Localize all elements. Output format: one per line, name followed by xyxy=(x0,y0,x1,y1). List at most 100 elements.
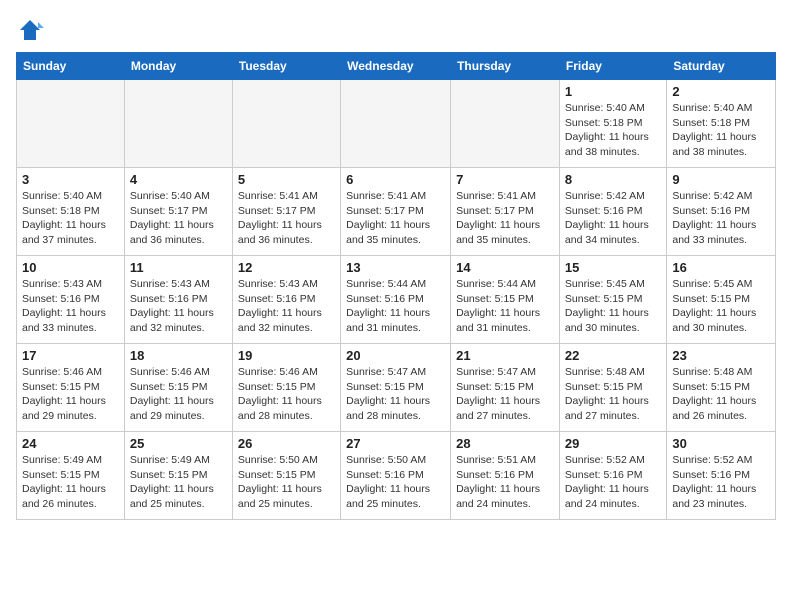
cell-info: Sunrise: 5:49 AM Sunset: 5:15 PM Dayligh… xyxy=(22,453,119,512)
calendar-cell: 29Sunrise: 5:52 AM Sunset: 5:16 PM Dayli… xyxy=(559,432,666,520)
cell-info: Sunrise: 5:52 AM Sunset: 5:16 PM Dayligh… xyxy=(672,453,770,512)
day-number: 14 xyxy=(456,260,554,275)
weekday-header-sunday: Sunday xyxy=(17,53,125,80)
day-number: 8 xyxy=(565,172,661,187)
day-number: 2 xyxy=(672,84,770,99)
calendar-cell: 25 Sunrise: 5:49 AM Sunset: 5:15 PM Dayli… xyxy=(124,432,232,520)
cell-info: Sunrise: 5:51 AM Sunset: 5:16 PM Dayligh… xyxy=(456,453,554,512)
day-number: 16 xyxy=(672,260,770,275)
weekday-header-monday: Monday xyxy=(124,53,232,80)
day-number: 29 xyxy=(565,436,661,451)
calendar-cell: 28 Sunrise: 5:51 AM Sunset: 5:16 PM Dayli… xyxy=(451,432,560,520)
calendar-cell: 10 Sunrise: 5:43 AM Sunset: 5:16 PM Dayli… xyxy=(17,256,125,344)
day-number: 12 xyxy=(238,260,335,275)
weekday-header-wednesday: Wednesday xyxy=(341,53,451,80)
calendar-cell: 7 Sunrise: 5:41 AM Sunset: 5:17 PM Daylig… xyxy=(451,168,560,256)
day-number: 27 xyxy=(346,436,445,451)
calendar-cell: 23 Sunrise: 5:48 AM Sunset: 5:15 PM Dayli… xyxy=(667,344,776,432)
week-row-4: 17 Sunrise: 5:46 AM Sunset: 5:15 PM Dayli… xyxy=(17,344,776,432)
day-number: 19 xyxy=(238,348,335,363)
cell-info: Sunrise: 5:40 AM Sunset: 5:18 PM Dayligh… xyxy=(22,189,119,248)
calendar-cell: 27Sunrise: 5:50 AM Sunset: 5:16 PM Dayli… xyxy=(341,432,451,520)
week-row-5: 24Sunrise: 5:49 AM Sunset: 5:15 PM Dayli… xyxy=(17,432,776,520)
week-row-2: 3 Sunrise: 5:40 AM Sunset: 5:18 PM Daylig… xyxy=(17,168,776,256)
cell-info: Sunrise: 5:50 AM Sunset: 5:15 PM Dayligh… xyxy=(238,453,335,512)
cell-info: Sunrise: 5:44 AM Sunset: 5:16 PM Dayligh… xyxy=(346,277,445,336)
cell-info: Sunrise: 5:46 AM Sunset: 5:15 PM Dayligh… xyxy=(22,365,119,424)
cell-info: Sunrise: 5:41 AM Sunset: 5:17 PM Dayligh… xyxy=(456,189,554,248)
day-number: 13 xyxy=(346,260,445,275)
cell-info: Sunrise: 5:40 AM Sunset: 5:17 PM Dayligh… xyxy=(130,189,227,248)
day-number: 22 xyxy=(565,348,661,363)
calendar-cell: 26 Sunrise: 5:50 AM Sunset: 5:15 PM Dayli… xyxy=(232,432,340,520)
day-number: 17 xyxy=(22,348,119,363)
weekday-header-friday: Friday xyxy=(559,53,666,80)
day-number: 20 xyxy=(346,348,445,363)
calendar-cell: 2 Sunrise: 5:40 AM Sunset: 5:18 PM Daylig… xyxy=(667,80,776,168)
day-number: 1 xyxy=(565,84,661,99)
cell-info: Sunrise: 5:45 AM Sunset: 5:15 PM Dayligh… xyxy=(672,277,770,336)
cell-info: Sunrise: 5:40 AM Sunset: 5:18 PM Dayligh… xyxy=(565,101,661,160)
cell-info: Sunrise: 5:43 AM Sunset: 5:16 PM Dayligh… xyxy=(130,277,227,336)
calendar-cell xyxy=(17,80,125,168)
calendar-cell xyxy=(232,80,340,168)
day-number: 26 xyxy=(238,436,335,451)
cell-info: Sunrise: 5:45 AM Sunset: 5:15 PM Dayligh… xyxy=(565,277,661,336)
calendar-cell: 30 Sunrise: 5:52 AM Sunset: 5:16 PM Dayli… xyxy=(667,432,776,520)
calendar-cell: 5Sunrise: 5:41 AM Sunset: 5:17 PM Daylig… xyxy=(232,168,340,256)
day-number: 6 xyxy=(346,172,445,187)
calendar-cell: 3 Sunrise: 5:40 AM Sunset: 5:18 PM Daylig… xyxy=(17,168,125,256)
calendar-cell: 12 Sunrise: 5:43 AM Sunset: 5:16 PM Dayli… xyxy=(232,256,340,344)
day-number: 23 xyxy=(672,348,770,363)
calendar-cell: 4 Sunrise: 5:40 AM Sunset: 5:17 PM Daylig… xyxy=(124,168,232,256)
calendar-cell: 13 Sunrise: 5:44 AM Sunset: 5:16 PM Dayli… xyxy=(341,256,451,344)
week-row-1: 1 Sunrise: 5:40 AM Sunset: 5:18 PM Daylig… xyxy=(17,80,776,168)
cell-info: Sunrise: 5:48 AM Sunset: 5:15 PM Dayligh… xyxy=(565,365,661,424)
cell-info: Sunrise: 5:46 AM Sunset: 5:15 PM Dayligh… xyxy=(130,365,227,424)
calendar-cell: 9 Sunrise: 5:42 AM Sunset: 5:16 PM Daylig… xyxy=(667,168,776,256)
logo-icon xyxy=(16,16,44,44)
cell-info: Sunrise: 5:42 AM Sunset: 5:16 PM Dayligh… xyxy=(565,189,661,248)
day-number: 9 xyxy=(672,172,770,187)
day-number: 15 xyxy=(565,260,661,275)
cell-info: Sunrise: 5:43 AM Sunset: 5:16 PM Dayligh… xyxy=(238,277,335,336)
cell-info: Sunrise: 5:40 AM Sunset: 5:18 PM Dayligh… xyxy=(672,101,770,160)
day-number: 25 xyxy=(130,436,227,451)
cell-info: Sunrise: 5:48 AM Sunset: 5:15 PM Dayligh… xyxy=(672,365,770,424)
cell-info: Sunrise: 5:47 AM Sunset: 5:15 PM Dayligh… xyxy=(456,365,554,424)
calendar-cell: 18 Sunrise: 5:46 AM Sunset: 5:15 PM Dayli… xyxy=(124,344,232,432)
day-number: 10 xyxy=(22,260,119,275)
calendar-cell: 24Sunrise: 5:49 AM Sunset: 5:15 PM Dayli… xyxy=(17,432,125,520)
cell-info: Sunrise: 5:42 AM Sunset: 5:16 PM Dayligh… xyxy=(672,189,770,248)
day-number: 30 xyxy=(672,436,770,451)
day-number: 7 xyxy=(456,172,554,187)
calendar-cell xyxy=(451,80,560,168)
day-number: 4 xyxy=(130,172,227,187)
calendar-cell xyxy=(124,80,232,168)
cell-info: Sunrise: 5:41 AM Sunset: 5:17 PM Dayligh… xyxy=(346,189,445,248)
calendar-cell: 22 Sunrise: 5:48 AM Sunset: 5:15 PM Dayli… xyxy=(559,344,666,432)
cell-info: Sunrise: 5:46 AM Sunset: 5:15 PM Dayligh… xyxy=(238,365,335,424)
logo xyxy=(16,16,48,44)
calendar-cell: 20Sunrise: 5:47 AM Sunset: 5:15 PM Dayli… xyxy=(341,344,451,432)
day-number: 28 xyxy=(456,436,554,451)
calendar-cell: 6 Sunrise: 5:41 AM Sunset: 5:17 PM Daylig… xyxy=(341,168,451,256)
page-header xyxy=(16,16,776,44)
calendar-cell xyxy=(341,80,451,168)
day-number: 3 xyxy=(22,172,119,187)
calendar-cell: 8 Sunrise: 5:42 AM Sunset: 5:16 PM Daylig… xyxy=(559,168,666,256)
weekday-header-tuesday: Tuesday xyxy=(232,53,340,80)
calendar-cell: 21 Sunrise: 5:47 AM Sunset: 5:15 PM Dayli… xyxy=(451,344,560,432)
day-number: 18 xyxy=(130,348,227,363)
calendar-cell: 16 Sunrise: 5:45 AM Sunset: 5:15 PM Dayli… xyxy=(667,256,776,344)
weekday-header-row: SundayMondayTuesdayWednesdayThursdayFrid… xyxy=(17,53,776,80)
weekday-header-saturday: Saturday xyxy=(667,53,776,80)
day-number: 21 xyxy=(456,348,554,363)
weekday-header-thursday: Thursday xyxy=(451,53,560,80)
cell-info: Sunrise: 5:49 AM Sunset: 5:15 PM Dayligh… xyxy=(130,453,227,512)
day-number: 11 xyxy=(130,260,227,275)
calendar-cell: 11 Sunrise: 5:43 AM Sunset: 5:16 PM Dayli… xyxy=(124,256,232,344)
cell-info: Sunrise: 5:44 AM Sunset: 5:15 PM Dayligh… xyxy=(456,277,554,336)
cell-info: Sunrise: 5:43 AM Sunset: 5:16 PM Dayligh… xyxy=(22,277,119,336)
week-row-3: 10 Sunrise: 5:43 AM Sunset: 5:16 PM Dayli… xyxy=(17,256,776,344)
